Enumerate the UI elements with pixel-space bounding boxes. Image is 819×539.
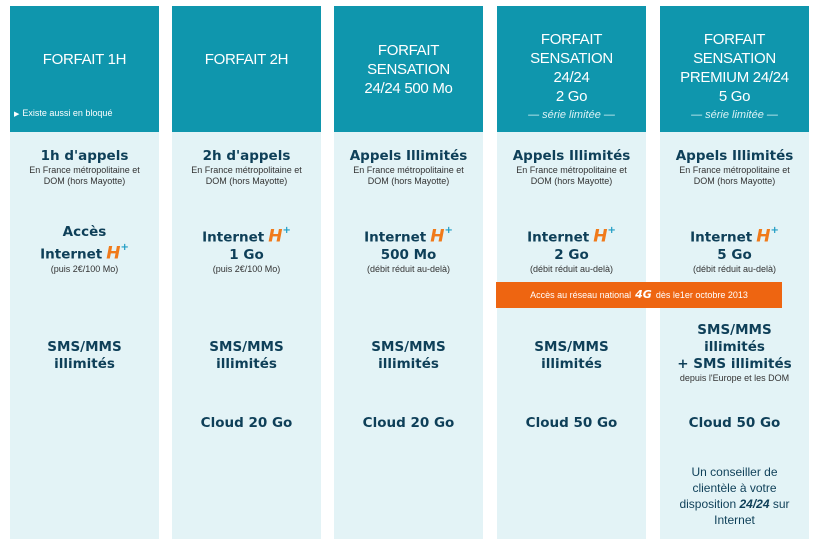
serie-limitee-tag: — série limitée — <box>528 109 615 121</box>
plan-column-forfait-1h: FORFAIT 1H ▶ Existe aussi en bloqué 1h d'… <box>10 6 159 539</box>
calls-cell: Appels Illimités En France métropolitain… <box>512 148 631 186</box>
calls-cell: Appels Illimités En France métropolitain… <box>675 148 794 186</box>
plan-title: FORFAIT SENSATION 24/24 500 Mo <box>364 42 453 97</box>
plan-header[interactable]: FORFAIT SENSATION PREMIUM 24/24 5 Go — s… <box>660 6 809 132</box>
sms-cell: SMS/MMS illimités <box>209 339 284 372</box>
plan-header[interactable]: FORFAIT 1H ▶ Existe aussi en bloqué <box>10 6 159 132</box>
plan-column-sensation-500mo: FORFAIT SENSATION 24/24 500 Mo Appels Il… <box>334 6 483 539</box>
plan-header[interactable]: FORFAIT 2H <box>172 6 321 132</box>
sms-cell: SMS/MMS illimités <box>534 339 609 372</box>
support-cell: Un conseiller de clientèle à votre dispo… <box>679 465 790 527</box>
bloque-link[interactable]: ▶ Existe aussi en bloqué <box>14 108 112 118</box>
plan-column-sensation-2go: FORFAIT SENSATION 24/24 2 Go — série lim… <box>497 6 646 539</box>
calls-cell: 2h d'appels En France métropolitaine et … <box>191 148 302 186</box>
internet-cell: Internet H+ 1 Go (puis 2€/100 Mo) <box>202 225 291 274</box>
internet-cell: Accès Internet H+ (puis 2€/100 Mo) <box>40 224 129 274</box>
plan-column-sensation-premium-5go: FORFAIT SENSATION PREMIUM 24/24 5 Go — s… <box>660 6 809 539</box>
plan-title: FORFAIT SENSATION PREMIUM 24/24 5 Go <box>680 31 789 105</box>
cloud-cell: Cloud 20 Go <box>362 415 455 431</box>
plan-column-forfait-2h: FORFAIT 2H 2h d'appels En France métropo… <box>172 6 321 539</box>
sms-cell: SMS/MMS illimités <box>47 339 122 372</box>
internet-cell: Internet H+ 2 Go (débit réduit au-delà) <box>527 225 616 274</box>
cloud-cell: Cloud 50 Go <box>525 415 618 431</box>
h-plus-icon: H+ <box>268 225 291 247</box>
serie-limitee-tag: — série limitée — <box>691 109 778 121</box>
triangle-right-icon: ▶ <box>14 111 20 118</box>
plan-header[interactable]: FORFAIT SENSATION 24/24 500 Mo <box>334 6 483 132</box>
h-plus-icon: H+ <box>430 225 453 247</box>
plan-title: FORFAIT 1H <box>42 51 127 68</box>
internet-cell: Internet H+ 5 Go (débit réduit au-delà) <box>690 225 779 274</box>
internet-cell: Internet H+ 500 Mo (débit réduit au-delà) <box>364 225 453 274</box>
calls-cell: Appels Illimités En France métropolitain… <box>349 148 468 186</box>
cloud-cell: Cloud 20 Go <box>200 415 293 431</box>
plan-title: FORFAIT 2H <box>204 51 289 68</box>
sms-cell: SMS/MMS illimités + SMS illimités depuis… <box>677 322 792 383</box>
calls-cell: 1h d'appels En France métropolitaine et … <box>29 148 140 186</box>
cloud-cell: Cloud 50 Go <box>688 415 781 431</box>
plan-header[interactable]: FORFAIT SENSATION 24/24 2 Go — série lim… <box>497 6 646 132</box>
sms-cell: SMS/MMS illimités <box>371 339 446 372</box>
plan-title: FORFAIT SENSATION 24/24 2 Go <box>530 31 613 105</box>
h-plus-icon: H+ <box>106 242 129 264</box>
4g-icon: 4G <box>635 288 652 301</box>
h-plus-icon: H+ <box>756 225 779 247</box>
4g-network-banner: Accès au réseau national 4G dès le1er octo… <box>496 282 782 308</box>
h-plus-icon: H+ <box>593 225 616 247</box>
